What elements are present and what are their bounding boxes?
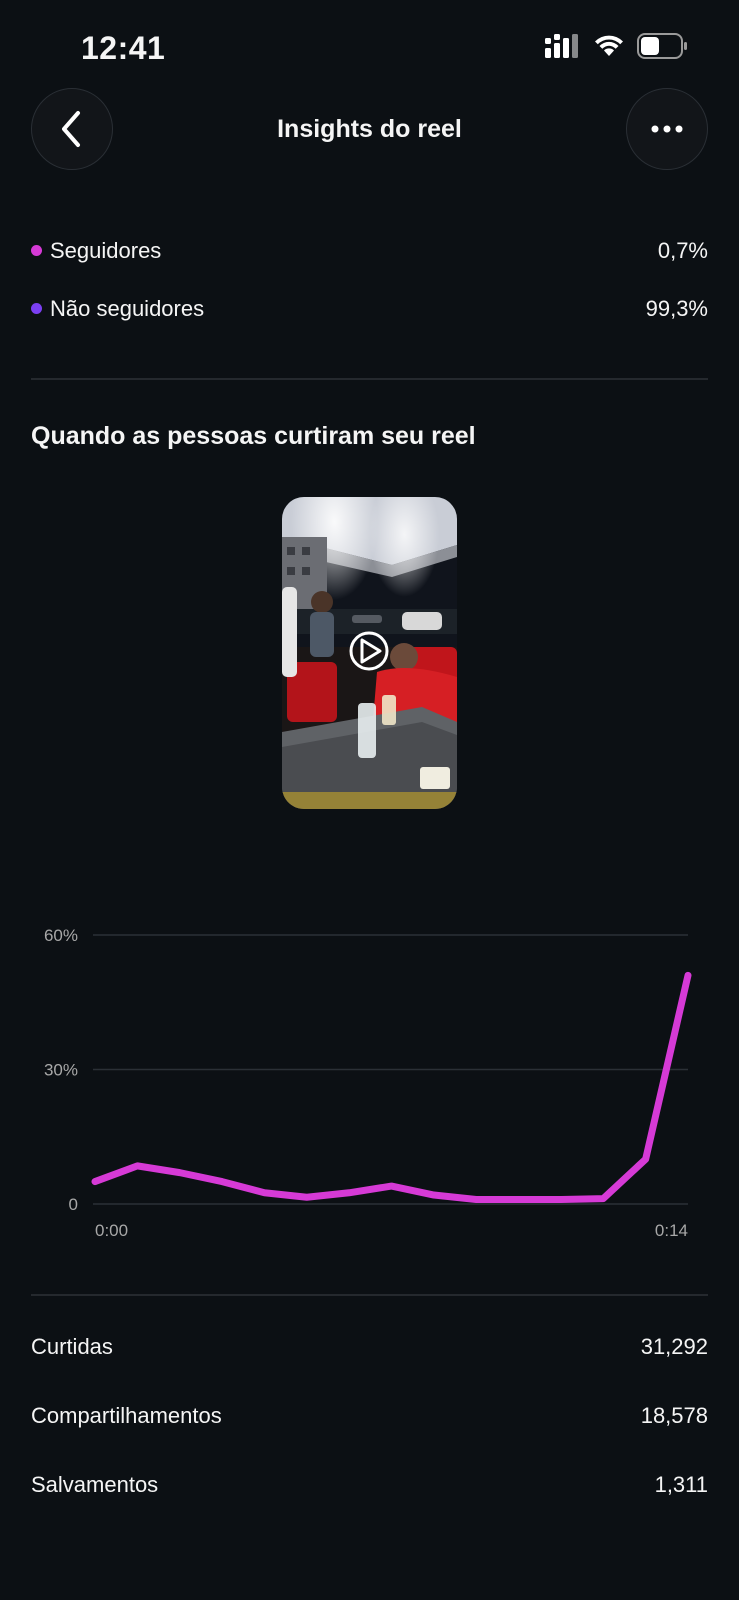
nav-header: Insights do reel xyxy=(0,88,739,172)
non-followers-color-dot xyxy=(31,302,42,314)
y-tick-label: 0 xyxy=(69,1195,78,1214)
x-tick-label: 0:00 xyxy=(95,1221,128,1240)
x-tick-label: 0:14 xyxy=(655,1221,688,1240)
wifi-icon xyxy=(595,35,623,56)
audience-value: 0,7% xyxy=(657,238,708,263)
stat-row-saves: Salvamentos 1,311 xyxy=(31,1468,708,1502)
status-bar: 12:41 xyxy=(0,0,739,90)
stat-value: 1,311 xyxy=(654,1472,708,1497)
series-line xyxy=(91,971,692,1204)
y-tick-label: 60% xyxy=(44,926,78,945)
stat-label: Salvamentos xyxy=(31,1472,159,1497)
audience-row-followers: Seguidores 0,7% xyxy=(31,234,708,268)
status-time: 12:41 xyxy=(81,30,166,66)
audience-row-non-followers: Não seguidores 99,3% xyxy=(31,292,708,326)
stat-row-shares: Compartilhamentos 18,578 xyxy=(31,1399,708,1433)
stat-value: 31,292 xyxy=(640,1334,708,1359)
y-tick-label: 30% xyxy=(44,1061,78,1080)
likes-timeline-chart: 60% 30% 0 0:00 0:14 xyxy=(44,926,692,1240)
section-title: Quando as pessoas curtiram seu reel xyxy=(31,422,476,450)
stat-value: 18,578 xyxy=(640,1403,708,1428)
more-horizontal-icon xyxy=(651,125,683,133)
audience-label: Seguidores xyxy=(50,238,162,263)
cellular-signal-icon xyxy=(545,34,578,58)
divider xyxy=(31,378,708,380)
reel-thumbnail[interactable] xyxy=(282,497,457,809)
audience-value: 99,3% xyxy=(645,296,708,321)
stat-label: Curtidas xyxy=(31,1334,113,1359)
reel-thumbnail-image xyxy=(282,497,457,809)
stat-label: Compartilhamentos xyxy=(31,1403,222,1428)
audience-label: Não seguidores xyxy=(50,296,205,321)
more-options-button[interactable] xyxy=(626,88,708,170)
battery-icon xyxy=(637,33,687,59)
followers-color-dot xyxy=(31,244,42,256)
divider xyxy=(31,1294,708,1296)
stat-row-likes: Curtidas 31,292 xyxy=(31,1330,708,1364)
status-icons xyxy=(545,33,689,59)
